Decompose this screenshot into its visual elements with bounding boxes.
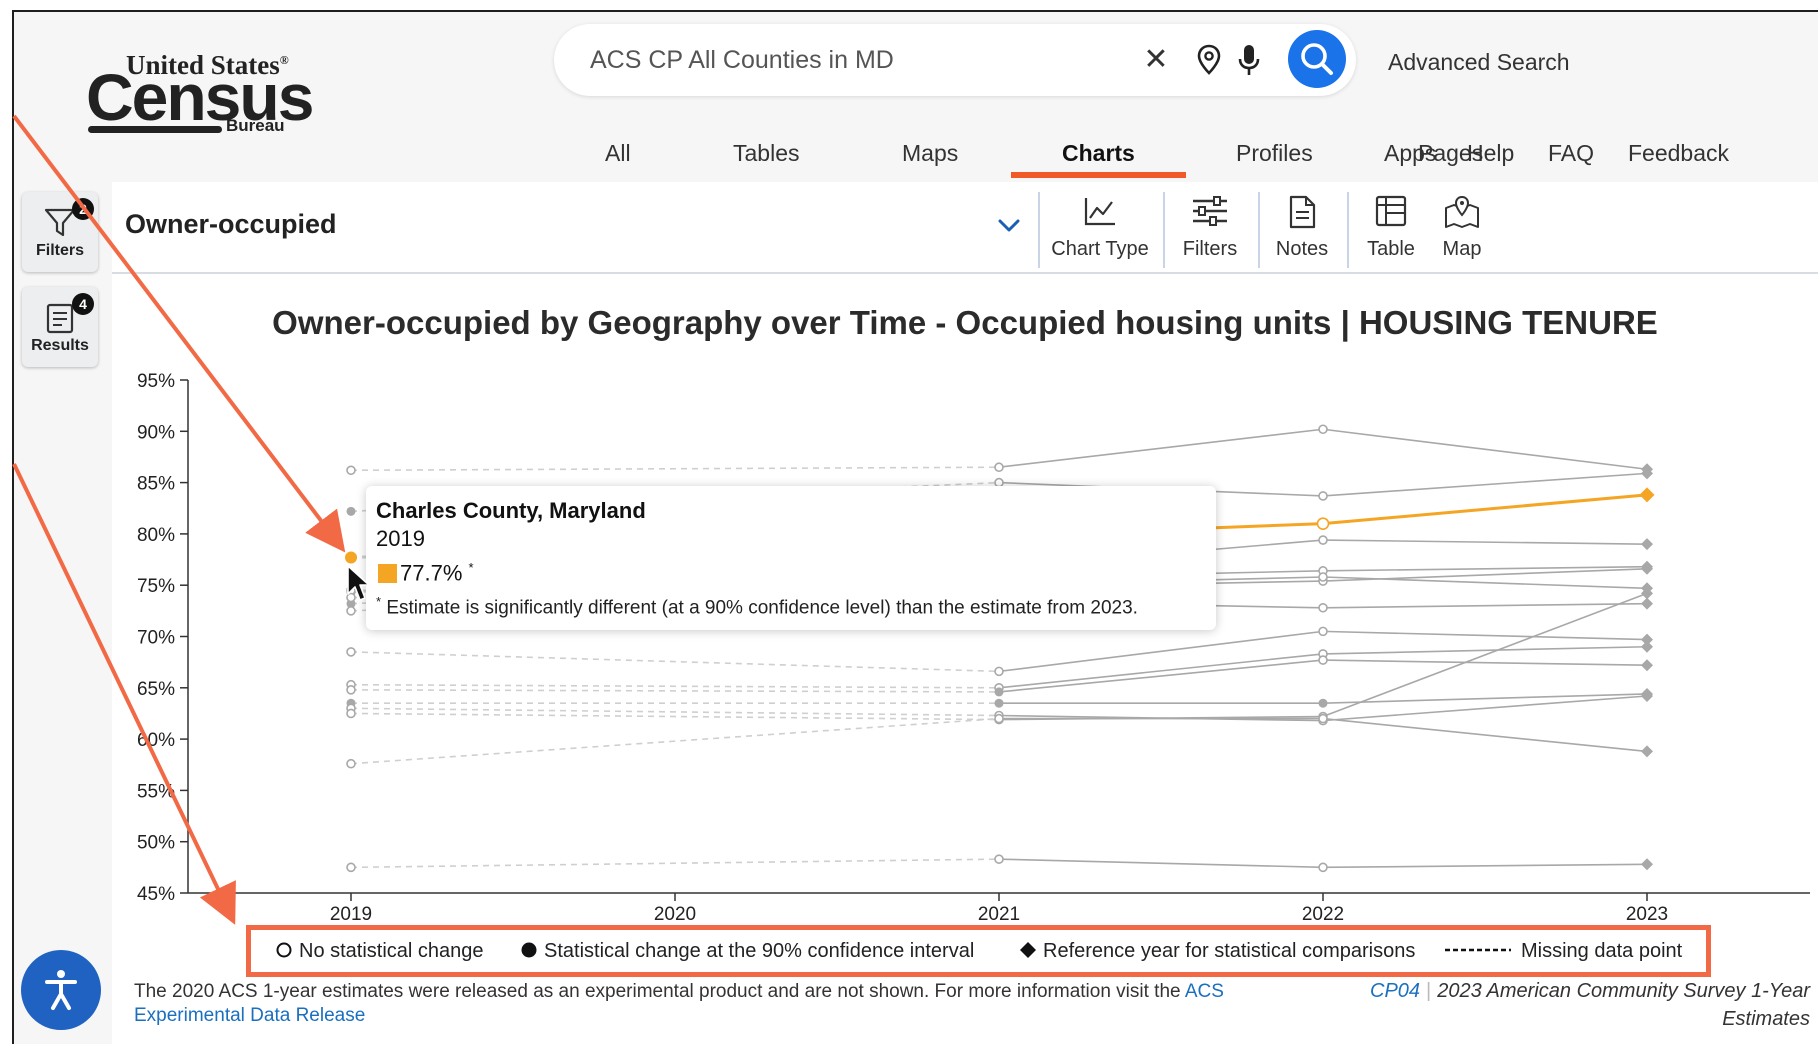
y-tick-label: 70% — [137, 628, 175, 649]
series-line-segment — [1322, 695, 1648, 722]
series-line-segment — [1322, 630, 1648, 641]
data-point — [346, 862, 356, 873]
data-point-reference — [1639, 487, 1655, 503]
data-point-changed — [1318, 698, 1328, 708]
y-tick-label: 60% — [137, 730, 175, 751]
x-tick-label: 2020 — [654, 904, 696, 925]
series-line-segment — [998, 653, 1324, 689]
series-line-segment — [1322, 428, 1648, 471]
series-line-segment — [1322, 863, 1648, 869]
tooltip-note: * Estimate is significantly different (a… — [376, 594, 1138, 619]
filled-circle-icon — [521, 942, 537, 958]
series-line-segment — [1322, 659, 1648, 667]
diamond-icon — [1020, 942, 1036, 958]
data-point-reference — [1641, 640, 1653, 653]
data-point — [346, 685, 356, 695]
data-point-reference — [1641, 597, 1653, 610]
series-missing-segment — [350, 651, 1000, 673]
series-missing-segment — [350, 466, 1000, 472]
data-point-reference — [1641, 659, 1653, 672]
data-point-changed — [346, 506, 356, 516]
data-point — [346, 606, 356, 616]
y-tick-label: 55% — [137, 781, 175, 802]
data-point — [994, 462, 1004, 473]
tooltip-value: 77.7% * — [400, 560, 474, 586]
survey-name: 2023 American Community Survey 1-Year Es… — [1437, 980, 1810, 1030]
table-id-link[interactable]: CP04 — [1370, 980, 1420, 1002]
data-point — [994, 666, 1004, 677]
legend-stat-change: Statistical change at the 90% confidence… — [520, 940, 974, 963]
data-point-changed — [994, 687, 1004, 697]
data-point — [1318, 862, 1328, 873]
tooltip-year: 2019 — [376, 526, 425, 551]
data-point — [346, 465, 356, 476]
data-point — [1318, 491, 1328, 501]
footnote: The 2020 ACS 1-year estimates were relea… — [134, 981, 1224, 1026]
mouse-cursor-icon — [347, 565, 370, 601]
data-point-changed — [345, 551, 357, 564]
data-point — [1318, 602, 1328, 613]
series-missing-segment — [350, 683, 1000, 689]
data-point-reference — [1641, 745, 1653, 758]
data-point — [1318, 424, 1328, 435]
chart-tooltip: Charles County, Maryland 2019 77.7% * * … — [366, 486, 1216, 630]
x-tick-label: 2023 — [1626, 904, 1668, 925]
series-line-segment — [1322, 576, 1648, 590]
data-point-reference — [1641, 858, 1653, 871]
data-point — [1318, 626, 1328, 637]
y-tick-label: 85% — [137, 474, 175, 495]
series-line-segment — [998, 858, 1324, 869]
data-point — [1318, 535, 1328, 545]
data-point-reference — [1641, 562, 1653, 575]
y-tick-label: 65% — [137, 679, 175, 700]
series-missing-segment — [350, 707, 1000, 717]
series-line-segment — [1322, 539, 1648, 545]
series-missing-segment — [350, 717, 1000, 765]
dashed-line-icon — [1445, 948, 1511, 952]
data-point — [1318, 713, 1328, 724]
legend-missing-data: Missing data point — [1445, 940, 1682, 963]
series-line-segment — [1322, 717, 1648, 753]
data-point — [1316, 517, 1330, 530]
data-point-reference — [1641, 538, 1653, 551]
y-tick-label: 45% — [137, 884, 175, 905]
series-line-segment — [1322, 645, 1648, 655]
data-point — [346, 647, 356, 657]
series-line-segment — [1322, 472, 1648, 497]
data-point-changed — [994, 698, 1004, 708]
legend-no-change: No statistical change — [275, 940, 484, 963]
data-point — [994, 713, 1004, 724]
x-tick-label: 2019 — [330, 904, 372, 925]
series-missing-segment — [350, 689, 1000, 693]
y-tick-label: 90% — [137, 422, 175, 443]
data-point — [1318, 572, 1328, 582]
legend-reference-year: Reference year for statistical compariso… — [1019, 940, 1415, 963]
data-point — [346, 708, 356, 719]
chart-legend: No statistical change Statistical change… — [246, 925, 1711, 977]
source-citation: CP04 | 2023 American Community Survey 1-Ye… — [1370, 980, 1810, 1030]
series-line-segment — [998, 428, 1324, 469]
open-circle-icon — [276, 942, 292, 958]
y-tick-label: 50% — [137, 833, 175, 854]
data-point — [346, 758, 356, 769]
data-point — [994, 854, 1004, 864]
tooltip-geography: Charles County, Maryland — [376, 498, 646, 523]
x-tick-label: 2021 — [978, 904, 1020, 925]
tooltip-series-swatch — [378, 564, 397, 583]
series-line-segment — [1322, 602, 1648, 609]
y-tick-label: 95% — [137, 371, 175, 392]
data-point-reference — [1641, 690, 1653, 703]
series-missing-segment — [350, 858, 1000, 869]
y-tick-label: 75% — [137, 576, 175, 597]
data-point — [1318, 655, 1328, 665]
y-tick-label: 80% — [137, 525, 175, 546]
series-line-segment — [1322, 493, 1648, 526]
x-tick-label: 2022 — [1302, 904, 1344, 925]
